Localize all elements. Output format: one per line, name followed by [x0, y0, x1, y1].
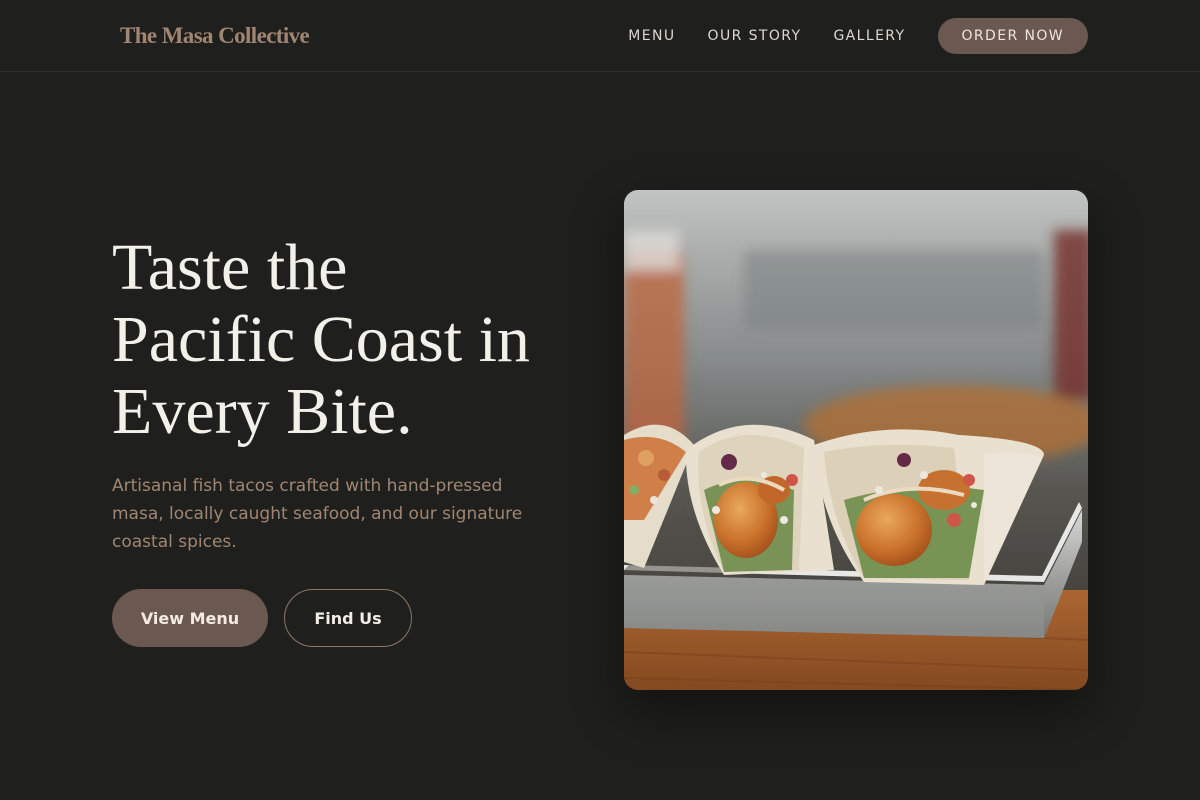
view-menu-button[interactable]: View Menu	[112, 589, 268, 647]
order-now-button[interactable]: ORDER NOW	[937, 18, 1088, 54]
hero-subtitle: Artisanal fish tacos crafted with hand-p…	[112, 472, 572, 556]
nav-link-gallery[interactable]: GALLERY	[833, 18, 905, 54]
landing-page: The Masa Collective MENU OUR STORY GALLE…	[0, 0, 1200, 800]
fish-tacos-photo-icon	[624, 190, 1088, 690]
hero-title-line: Pacific Coast in	[112, 303, 530, 376]
brand-logo[interactable]: The Masa Collective	[120, 20, 310, 52]
site-header: The Masa Collective MENU OUR STORY GALLE…	[0, 0, 1200, 72]
hero-subtitle-line: coastal spices.	[112, 532, 237, 552]
hero-subtitle-line: Artisanal fish tacos crafted with hand-p…	[112, 476, 503, 496]
nav-link-our-story[interactable]: OUR STORY	[708, 18, 802, 54]
hero-title-line: Every Bite.	[112, 375, 413, 448]
hero-title-line: Taste the	[112, 231, 348, 304]
main-nav: MENU OUR STORY GALLERY ORDER NOW	[628, 18, 1088, 54]
find-us-button[interactable]: Find Us	[284, 589, 412, 647]
hero-title: Taste the Pacific Coast in Every Bite.	[112, 232, 592, 448]
nav-link-menu[interactable]: MENU	[628, 18, 675, 54]
hero-tacos-image	[624, 190, 1088, 690]
hero-subtitle-line: masa, locally caught seafood, and our si…	[112, 504, 523, 524]
